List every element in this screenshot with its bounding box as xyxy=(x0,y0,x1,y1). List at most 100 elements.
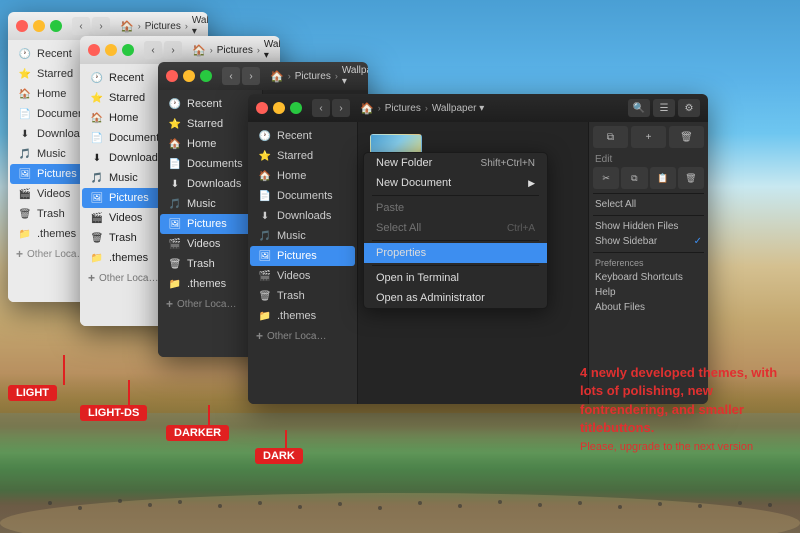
sidebar-music-4[interactable]: 🎵 Music xyxy=(250,226,355,246)
maximize-button-2[interactable] xyxy=(122,44,134,56)
window-dark: ‹ › 🏠 › Pictures › Wallpaper ▾ 🔍 ☰ ⚙ 🕐 R… xyxy=(248,94,708,404)
sidebar-themes-3[interactable]: 📁 .themes xyxy=(160,274,260,294)
breadcrumb-pictures-3[interactable]: Pictures xyxy=(295,71,331,82)
breadcrumb-3: 🏠 › Pictures › Wallpaper ▾ xyxy=(270,65,368,87)
close-button-2[interactable] xyxy=(88,44,100,56)
music-icon: 🎵 xyxy=(18,147,32,161)
breadcrumb-home[interactable]: 🏠 xyxy=(120,20,134,33)
breadcrumb-pictures-2[interactable]: Pictures xyxy=(217,45,253,56)
recent-icon: 🕐 xyxy=(18,47,32,61)
divider-1 xyxy=(593,193,704,194)
paste-button[interactable]: 📋 xyxy=(650,167,676,189)
cm-properties[interactable]: Properties xyxy=(364,243,547,263)
settings-button-4[interactable]: ⚙ xyxy=(678,99,700,117)
breadcrumb-pictures[interactable]: Pictures xyxy=(145,21,181,32)
maximize-button-3[interactable] xyxy=(200,70,212,82)
light-label: LIGHT xyxy=(8,385,57,401)
edit-toolbar: ✂ ⧉ 📋 🗑 xyxy=(593,167,704,189)
add-button[interactable]: + xyxy=(631,126,666,148)
info-box: 4 newly developed themes, with lots of p… xyxy=(580,364,780,453)
darker-label: DARKER xyxy=(166,425,229,441)
sidebar-documents-4[interactable]: 📄 Documents xyxy=(250,186,355,206)
cm-new-folder[interactable]: New Folder Shift+Ctrl+N xyxy=(364,153,547,173)
breadcrumb-home-4[interactable]: 🏠 xyxy=(360,102,374,115)
minimize-button-4[interactable] xyxy=(273,102,285,114)
view-button-4[interactable]: ☰ xyxy=(653,99,675,117)
search-button-4[interactable]: 🔍 xyxy=(628,99,650,117)
back-button[interactable]: ‹ xyxy=(72,17,90,35)
breadcrumb-home-2[interactable]: 🏠 xyxy=(192,44,206,57)
close-button-3[interactable] xyxy=(166,70,178,82)
select-all-item[interactable]: Select All xyxy=(593,197,704,212)
star-icon: ⭐ xyxy=(18,67,32,81)
nav-arrows-2: ‹ › xyxy=(144,41,182,59)
about-item[interactable]: About Files xyxy=(593,300,704,315)
sidebar-themes-4[interactable]: 📁 .themes xyxy=(250,306,355,326)
sidebar-documents-3[interactable]: 📄 Documents xyxy=(160,154,260,174)
divider-2 xyxy=(593,215,704,216)
maximize-button-4[interactable] xyxy=(290,102,302,114)
sidebar-downloads-3[interactable]: ⬇ Downloads xyxy=(160,174,260,194)
copy-button[interactable]: ⧉ xyxy=(593,126,628,148)
light-ds-label-container: LIGHT-DS xyxy=(80,380,130,405)
maximize-button[interactable] xyxy=(50,20,62,32)
breadcrumb-wallpaper-4[interactable]: Wallpaper ▾ xyxy=(432,103,484,114)
breadcrumb-wallpaper-3[interactable]: Wallpaper ▾ xyxy=(342,65,368,87)
check-icon: ✓ xyxy=(694,236,702,247)
cm-divider-3 xyxy=(372,265,539,266)
sidebar-dark: 🕐 Recent ⭐ Starred 🏠 Home 📄 Documents ⬇ … xyxy=(248,122,358,404)
cut-button[interactable]: ✂ xyxy=(593,167,619,189)
delete-button[interactable]: 🗑 xyxy=(669,126,704,148)
cm-paste[interactable]: Paste xyxy=(364,198,547,218)
back-button-2[interactable]: ‹ xyxy=(144,41,162,59)
back-button-3[interactable]: ‹ xyxy=(222,67,240,85)
close-button-4[interactable] xyxy=(256,102,268,114)
forward-button-4[interactable]: › xyxy=(332,99,350,117)
keyboard-shortcuts-item[interactable]: Keyboard Shortcuts xyxy=(593,270,704,285)
sidebar-home-3[interactable]: 🏠 Home xyxy=(160,134,260,154)
light-arrow-line xyxy=(63,355,65,385)
back-button-4[interactable]: ‹ xyxy=(312,99,330,117)
breadcrumb-wallpaper[interactable]: Wallpaper ▾ xyxy=(192,15,208,37)
breadcrumb-pictures-4[interactable]: Pictures xyxy=(385,103,421,114)
forward-button[interactable]: › xyxy=(92,17,110,35)
documents-icon: 📄 xyxy=(18,107,32,121)
cm-open-admin[interactable]: Open as Administrator xyxy=(364,288,547,308)
sidebar-pictures-4[interactable]: 🖼 Pictures xyxy=(250,246,355,266)
titlebar-buttons-light-ds xyxy=(88,44,134,56)
light-ds-label: LIGHT-DS xyxy=(80,405,147,421)
darker-label-container: DARKER xyxy=(166,405,210,425)
right-panel: ⧉ + 🗑 Edit ✂ ⧉ 📋 🗑 Select All Show Hidde… xyxy=(588,122,708,404)
breadcrumb-wallpaper-2[interactable]: Wallpaper ▾ xyxy=(264,39,280,61)
show-hidden-item[interactable]: Show Hidden Files xyxy=(593,219,704,234)
minimize-button-2[interactable] xyxy=(105,44,117,56)
sidebar-music-3[interactable]: 🎵 Music xyxy=(160,194,260,214)
show-sidebar-item[interactable]: Show Sidebar ✓ xyxy=(593,234,704,249)
copy-btn2[interactable]: ⧉ xyxy=(621,167,647,189)
delete-btn2[interactable]: 🗑 xyxy=(678,167,704,189)
sidebar-videos-3[interactable]: 🎬 Videos xyxy=(160,234,260,254)
help-item[interactable]: Help xyxy=(593,285,704,300)
sidebar-videos-4[interactable]: 🎬 Videos xyxy=(250,266,355,286)
forward-button-3[interactable]: › xyxy=(242,67,260,85)
sidebar-home-4[interactable]: 🏠 Home xyxy=(250,166,355,186)
cm-open-terminal[interactable]: Open in Terminal xyxy=(364,268,547,288)
breadcrumb-home-3[interactable]: 🏠 xyxy=(270,70,284,83)
minimize-button-3[interactable] xyxy=(183,70,195,82)
cm-select-all[interactable]: Select All Ctrl+A xyxy=(364,218,547,238)
sidebar-trash-4[interactable]: 🗑 Trash xyxy=(250,286,355,306)
sidebar-trash-3[interactable]: 🗑 Trash xyxy=(160,254,260,274)
close-button[interactable] xyxy=(16,20,28,32)
cm-new-document[interactable]: New Document ▶ xyxy=(364,173,547,193)
sidebar-recent-3[interactable]: 🕐 Recent xyxy=(160,94,260,114)
sidebar-starred-3[interactable]: ⭐ Starred xyxy=(160,114,260,134)
forward-button-2[interactable]: › xyxy=(164,41,182,59)
sidebar-other-4[interactable]: + Other Loca… xyxy=(248,326,357,346)
minimize-button[interactable] xyxy=(33,20,45,32)
sidebar-starred-4[interactable]: ⭐ Starred xyxy=(250,146,355,166)
sidebar-other-3[interactable]: + Other Loca… xyxy=(158,294,262,314)
trash-icon: 🗑 xyxy=(18,207,32,221)
sidebar-downloads-4[interactable]: ⬇ Downloads xyxy=(250,206,355,226)
sidebar-recent-4[interactable]: 🕐 Recent xyxy=(250,126,355,146)
sidebar-pictures-3[interactable]: 🖼 Pictures xyxy=(160,214,260,234)
